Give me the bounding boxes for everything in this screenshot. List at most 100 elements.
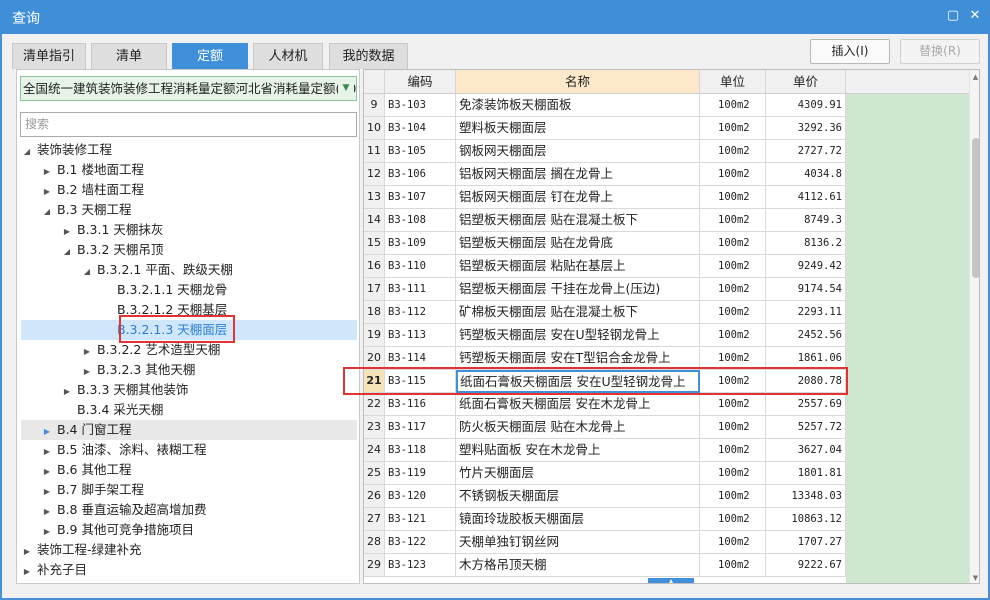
tree-node[interactable]: ▶ B.3.2.3 其他天棚 — [17, 360, 357, 380]
cell-code[interactable]: B3-112 — [385, 301, 456, 324]
cell-price[interactable]: 2080.78 — [766, 370, 846, 393]
cell-unit[interactable]: 100m2 — [700, 163, 766, 186]
cell-unit[interactable]: 100m2 — [700, 94, 766, 117]
cell-price[interactable]: 3292.36 — [766, 117, 846, 140]
tree-node[interactable]: ▶ B.2 墙柱面工程 — [17, 180, 357, 200]
expand-icon[interactable]: ▶ — [61, 382, 73, 402]
cell-name[interactable]: 木方格吊顶天棚 — [456, 554, 700, 577]
cell-price[interactable]: 1801.81 — [766, 462, 846, 485]
tree-node-selected[interactable]: B.3.2.1.3 天棚面层 — [21, 320, 357, 340]
tree-node[interactable]: ▶ B.8 垂直运输及超高增加费 — [17, 500, 357, 520]
cell-code[interactable]: B3-108 — [385, 209, 456, 232]
cell-price[interactable]: 2293.11 — [766, 301, 846, 324]
cell-unit[interactable]: 100m2 — [700, 278, 766, 301]
expand-icon[interactable]: ▶ — [41, 162, 53, 182]
tree-node[interactable]: ▶ B.3.1 天棚抹灰 — [17, 220, 357, 240]
cell-unit[interactable]: 100m2 — [700, 347, 766, 370]
scroll-up-icon[interactable]: ▲ — [970, 71, 979, 83]
cell-name[interactable]: 镜面玲珑胶板天棚面层 — [456, 508, 700, 531]
cell-unit[interactable]: 100m2 — [700, 393, 766, 416]
expand-icon[interactable]: ▶ — [41, 502, 53, 522]
table-row-current[interactable]: 21 B3-115 纸面石膏板天棚面层 安在U型轻钢龙骨上 100m2 2080.78 — [364, 370, 846, 393]
tree-node[interactable]: ▶ B.5 油漆、涂料、裱糊工程 — [17, 440, 357, 460]
cell-price[interactable]: 4034.8 — [766, 163, 846, 186]
cell-price[interactable]: 9222.67 — [766, 554, 846, 577]
cell-name[interactable]: 钢板网天棚面层 — [456, 140, 700, 163]
cell-price[interactable]: 13348.03 — [766, 485, 846, 508]
cell-code[interactable]: B3-113 — [385, 324, 456, 347]
cell-price[interactable]: 4309.91 — [766, 94, 846, 117]
cell-name[interactable]: 铝塑板天棚面层 粘贴在基层上 — [456, 255, 700, 278]
collapse-icon[interactable]: ◢ — [81, 262, 93, 282]
expand-icon[interactable]: ▶ — [41, 442, 53, 462]
tab-quota[interactable]: 定额 — [172, 43, 248, 69]
tree-node[interactable]: ▶ 装饰工程-绿建补充 — [17, 540, 357, 560]
tab-bill[interactable]: 清单 — [91, 43, 167, 69]
cell-code[interactable]: B3-105 — [385, 140, 456, 163]
column-header-unit[interactable]: 单位 — [700, 70, 766, 94]
table-row[interactable]: 19 B3-113 钙塑板天棚面层 安在U型轻钢龙骨上 100m2 2452.56 — [364, 324, 846, 347]
tree-node[interactable]: ▶ 补充子目 — [17, 560, 357, 580]
expand-icon[interactable]: ▶ — [21, 562, 33, 582]
cell-price[interactable]: 2557.69 — [766, 393, 846, 416]
table-row[interactable]: 29 B3-123 木方格吊顶天棚 100m2 9222.67 — [364, 554, 846, 577]
expand-icon[interactable]: ▶ — [61, 222, 73, 242]
cell-price[interactable]: 1861.06 — [766, 347, 846, 370]
expand-icon[interactable]: ▶ — [81, 342, 93, 362]
tree-node[interactable]: ▶ B.9 其他可竞争措施项目 — [17, 520, 357, 540]
cell-code[interactable]: B3-120 — [385, 485, 456, 508]
cell-unit[interactable]: 100m2 — [700, 186, 766, 209]
cell-price[interactable]: 2452.56 — [766, 324, 846, 347]
collapse-icon[interactable]: ◢ — [41, 202, 53, 222]
cell-code[interactable]: B3-106 — [385, 163, 456, 186]
cell-unit[interactable]: 100m2 — [700, 370, 766, 393]
cell-unit[interactable]: 100m2 — [700, 416, 766, 439]
expand-icon[interactable]: ▶ — [21, 542, 33, 562]
tree-node[interactable]: ▶ B.7 脚手架工程 — [17, 480, 357, 500]
cell-code[interactable]: B3-115 — [385, 370, 456, 393]
cell-unit[interactable]: 100m2 — [700, 209, 766, 232]
table-row[interactable]: 26 B3-120 不锈钢板天棚面层 100m2 13348.03 — [364, 485, 846, 508]
cell-unit[interactable]: 100m2 — [700, 439, 766, 462]
cell-code[interactable]: B3-117 — [385, 416, 456, 439]
maximize-icon[interactable]: ▢ — [945, 8, 961, 24]
expand-icon[interactable]: ▶ — [81, 362, 93, 382]
dropdown-arrow-icon[interactable]: ▼ — [338, 80, 354, 97]
cell-price[interactable]: 9249.42 — [766, 255, 846, 278]
scroll-thumb[interactable] — [972, 138, 979, 278]
cell-code[interactable]: B3-114 — [385, 347, 456, 370]
tree-node[interactable]: ▶ B.3.2.2 艺术造型天棚 — [17, 340, 357, 360]
cell-unit[interactable]: 100m2 — [700, 531, 766, 554]
cell-unit[interactable]: 100m2 — [700, 117, 766, 140]
table-row[interactable]: 12 B3-106 铝板网天棚面层 搁在龙骨上 100m2 4034.8 — [364, 163, 846, 186]
cell-name[interactable]: 钙塑板天棚面层 安在T型铝合金龙骨上 — [456, 347, 700, 370]
cell-name[interactable]: 防火板天棚面层 贴在木龙骨上 — [456, 416, 700, 439]
cell-code[interactable]: B3-110 — [385, 255, 456, 278]
splitter-handle-icon[interactable]: ▲ — [648, 578, 694, 583]
cell-code[interactable]: B3-111 — [385, 278, 456, 301]
cell-unit[interactable]: 100m2 — [700, 324, 766, 347]
cell-name[interactable]: 铝塑板天棚面层 干挂在龙骨上(压边) — [456, 278, 700, 301]
cell-unit[interactable]: 100m2 — [700, 462, 766, 485]
cell-code[interactable]: B3-107 — [385, 186, 456, 209]
expand-icon[interactable]: ▶ — [41, 462, 53, 482]
cell-price[interactable]: 1707.27 — [766, 531, 846, 554]
cell-price[interactable]: 5257.72 — [766, 416, 846, 439]
cell-code[interactable]: B3-116 — [385, 393, 456, 416]
table-row[interactable]: 16 B3-110 铝塑板天棚面层 粘贴在基层上 100m2 9249.42 — [364, 255, 846, 278]
tab-bill-guide[interactable]: 清单指引 — [12, 43, 86, 69]
scroll-down-icon[interactable]: ▼ — [970, 572, 979, 583]
cell-name[interactable]: 铝板网天棚面层 搁在龙骨上 — [456, 163, 700, 186]
cell-name[interactable]: 铝塑板天棚面层 贴在混凝土板下 — [456, 209, 700, 232]
tree-node[interactable]: ◢ 装饰装修工程 — [17, 140, 357, 160]
cell-code[interactable]: B3-122 — [385, 531, 456, 554]
tree-node[interactable]: B.3.2.1.2 天棚基层 — [17, 300, 357, 320]
tree-node[interactable]: ▶ B.3.3 天棚其他装饰 — [17, 380, 357, 400]
expand-icon[interactable]: ▶ — [41, 522, 53, 542]
table-row[interactable]: 9 B3-103 免漆装饰板天棚面板 100m2 4309.91 — [364, 94, 846, 117]
cell-price[interactable]: 8749.3 — [766, 209, 846, 232]
column-header-price[interactable]: 单价 — [766, 70, 846, 94]
table-row[interactable]: 13 B3-107 铝板网天棚面层 钉在龙骨上 100m2 4112.61 — [364, 186, 846, 209]
tree-node[interactable]: ◢ B.3.2 天棚吊顶 — [17, 240, 357, 260]
cell-unit[interactable]: 100m2 — [700, 140, 766, 163]
